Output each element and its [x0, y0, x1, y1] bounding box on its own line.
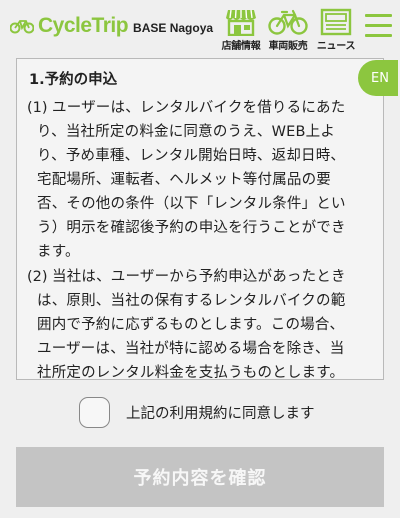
nav-store-info[interactable]: 店舗情報 [219, 8, 263, 52]
news-icon [320, 8, 352, 36]
hamburger-menu-icon[interactable] [365, 14, 392, 38]
terms-item: (1) ユーザーは、レンタルバイクを借りるにあた り、当社所定の料金に同意のうえ… [27, 96, 377, 264]
confirm-reservation-button[interactable]: 予約内容を確認 [16, 447, 384, 507]
terms-heading: 1.予約の申込 [29, 72, 118, 88]
terms-line: り、当社所定の料金に同意のうえ、WEB上よ [37, 124, 336, 140]
bicycle-logo-icon [10, 20, 34, 34]
terms-line: り、予め車種、レンタル開始日時、返却日時、 [37, 148, 346, 164]
agree-checkbox[interactable] [79, 396, 110, 428]
nav-vehicle-sales[interactable]: 車両販売 [264, 8, 312, 52]
terms-line: ユーザーは、当社が特に認める場合を除き、当 [37, 341, 345, 357]
site-logo[interactable]: CycleTrip BASE Nagoya [10, 14, 214, 37]
terms-item-number: (1) [27, 100, 48, 116]
terms-line: は、原則、当社の保有するレンタルバイクの範 [37, 293, 346, 309]
nav-news[interactable]: ニュース [314, 8, 358, 52]
nav-news-label: ニュース [316, 41, 356, 52]
terms-line: う）明示を確認後予約の申込を行うことができ [37, 220, 346, 236]
terms-line: 社所定のレンタル料金を支払うものとします。 [37, 365, 345, 380]
terms-line: 否、その他の条件（以下「レンタル条件」とい [37, 196, 346, 212]
logo-text: CycleTrip [38, 14, 129, 37]
terms-line: ユーザーは、レンタルバイクを借りるにあた [52, 100, 346, 116]
nav-vehicle-sales-label: 車両販売 [268, 41, 308, 52]
site-header: CycleTrip BASE Nagoya 店舗情報 車両販売 ニュース [0, 0, 400, 52]
terms-line: 囲内で予約に応ずるものとします。この場合、 [37, 317, 345, 333]
terms-line: 当社は、ユーザーから予約申込があったとき [52, 269, 346, 285]
terms-scroll-box[interactable]: 1.予約の申込 (1) ユーザーは、レンタルバイクを借りるにあた り、当社所定の… [16, 58, 384, 380]
terms-item-number: (2) [27, 269, 48, 285]
logo-subtitle: BASE Nagoya [133, 20, 214, 35]
agree-label[interactable]: 上記の利用規約に同意します [126, 402, 315, 423]
bicycle-icon [268, 9, 308, 35]
nav-store-label: 店舗情報 [221, 41, 261, 52]
terms-line: 宅配場所、運転者、ヘルメット等付属品の要 [37, 172, 331, 188]
terms-item: (2) 当社は、ユーザーから予約申込があったとき は、原則、当社の保有するレンタ… [27, 265, 377, 380]
terms-agreement[interactable]: 上記の利用規約に同意します [79, 396, 315, 428]
language-toggle-en[interactable]: EN [358, 60, 398, 96]
store-icon [226, 9, 256, 36]
terms-line: ます。 [37, 244, 80, 260]
